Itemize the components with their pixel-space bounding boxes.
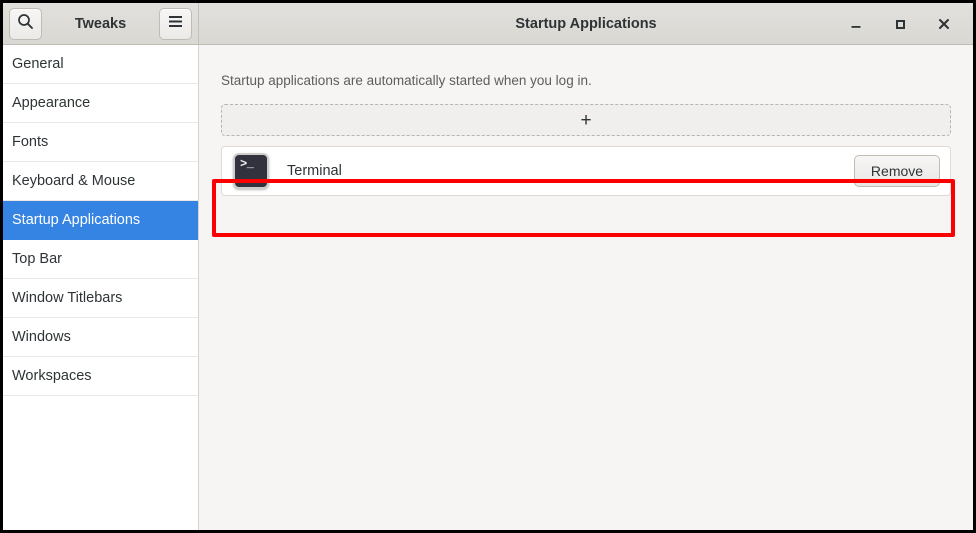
remove-button[interactable]: Remove <box>854 155 940 187</box>
sidebar-item-keyboard-mouse[interactable]: Keyboard & Mouse <box>3 162 198 201</box>
sidebar-item-startup-applications[interactable]: Startup Applications <box>3 201 198 240</box>
plus-icon: + <box>580 109 592 131</box>
search-button[interactable] <box>9 7 42 40</box>
sidebar-item-fonts[interactable]: Fonts <box>3 123 198 162</box>
sidebar-item-label: Appearance <box>12 95 91 111</box>
sidebar-item-appearance[interactable]: Appearance <box>3 84 198 123</box>
search-icon <box>17 13 34 35</box>
settings-sidebar: General Appearance Fonts Keyboard & Mous… <box>3 45 199 530</box>
tweaks-window: Tweaks Startup Applications General Appe… <box>3 3 973 530</box>
sidebar-item-label: Workspaces <box>12 368 92 384</box>
sidebar-item-general[interactable]: General <box>3 45 198 84</box>
app-name-label: Terminal <box>287 163 342 179</box>
window-controls <box>847 15 973 33</box>
sidebar-item-windows[interactable]: Windows <box>3 318 198 357</box>
terminal-prompt-glyph: >_ <box>240 157 254 171</box>
sidebar-item-top-bar[interactable]: Top Bar <box>3 240 198 279</box>
minimize-button[interactable] <box>847 15 865 33</box>
sidebar-item-label: Windows <box>12 329 71 345</box>
main-menu-button[interactable] <box>159 7 192 40</box>
sidebar-item-workspaces[interactable]: Workspaces <box>3 357 198 396</box>
sidebar-item-label: Keyboard & Mouse <box>12 173 136 189</box>
maximize-button[interactable] <box>891 15 909 33</box>
startup-description: Startup applications are automatically s… <box>221 73 592 88</box>
sidebar-item-label: General <box>12 56 64 72</box>
sidebar-item-label: Top Bar <box>12 251 62 267</box>
sidebar-header: Tweaks <box>3 3 199 44</box>
header-bar: Tweaks Startup Applications <box>3 3 973 45</box>
list-item[interactable]: >_ Terminal Remove <box>221 146 951 196</box>
sidebar-item-window-titlebars[interactable]: Window Titlebars <box>3 279 198 318</box>
content-header: Startup Applications <box>199 3 973 44</box>
hamburger-menu-icon <box>167 14 184 34</box>
sidebar-item-label: Fonts <box>12 134 49 150</box>
window-body: General Appearance Fonts Keyboard & Mous… <box>3 45 973 530</box>
terminal-icon: >_ <box>233 153 269 189</box>
sidebar-item-label: Window Titlebars <box>12 290 123 306</box>
main-content: Startup applications are automatically s… <box>199 45 973 530</box>
close-button[interactable] <box>935 15 953 33</box>
remove-button-label: Remove <box>870 163 924 179</box>
add-startup-application-button[interactable]: + <box>221 104 951 136</box>
sidebar-item-label: Startup Applications <box>12 212 141 228</box>
app-title: Tweaks <box>74 15 127 32</box>
